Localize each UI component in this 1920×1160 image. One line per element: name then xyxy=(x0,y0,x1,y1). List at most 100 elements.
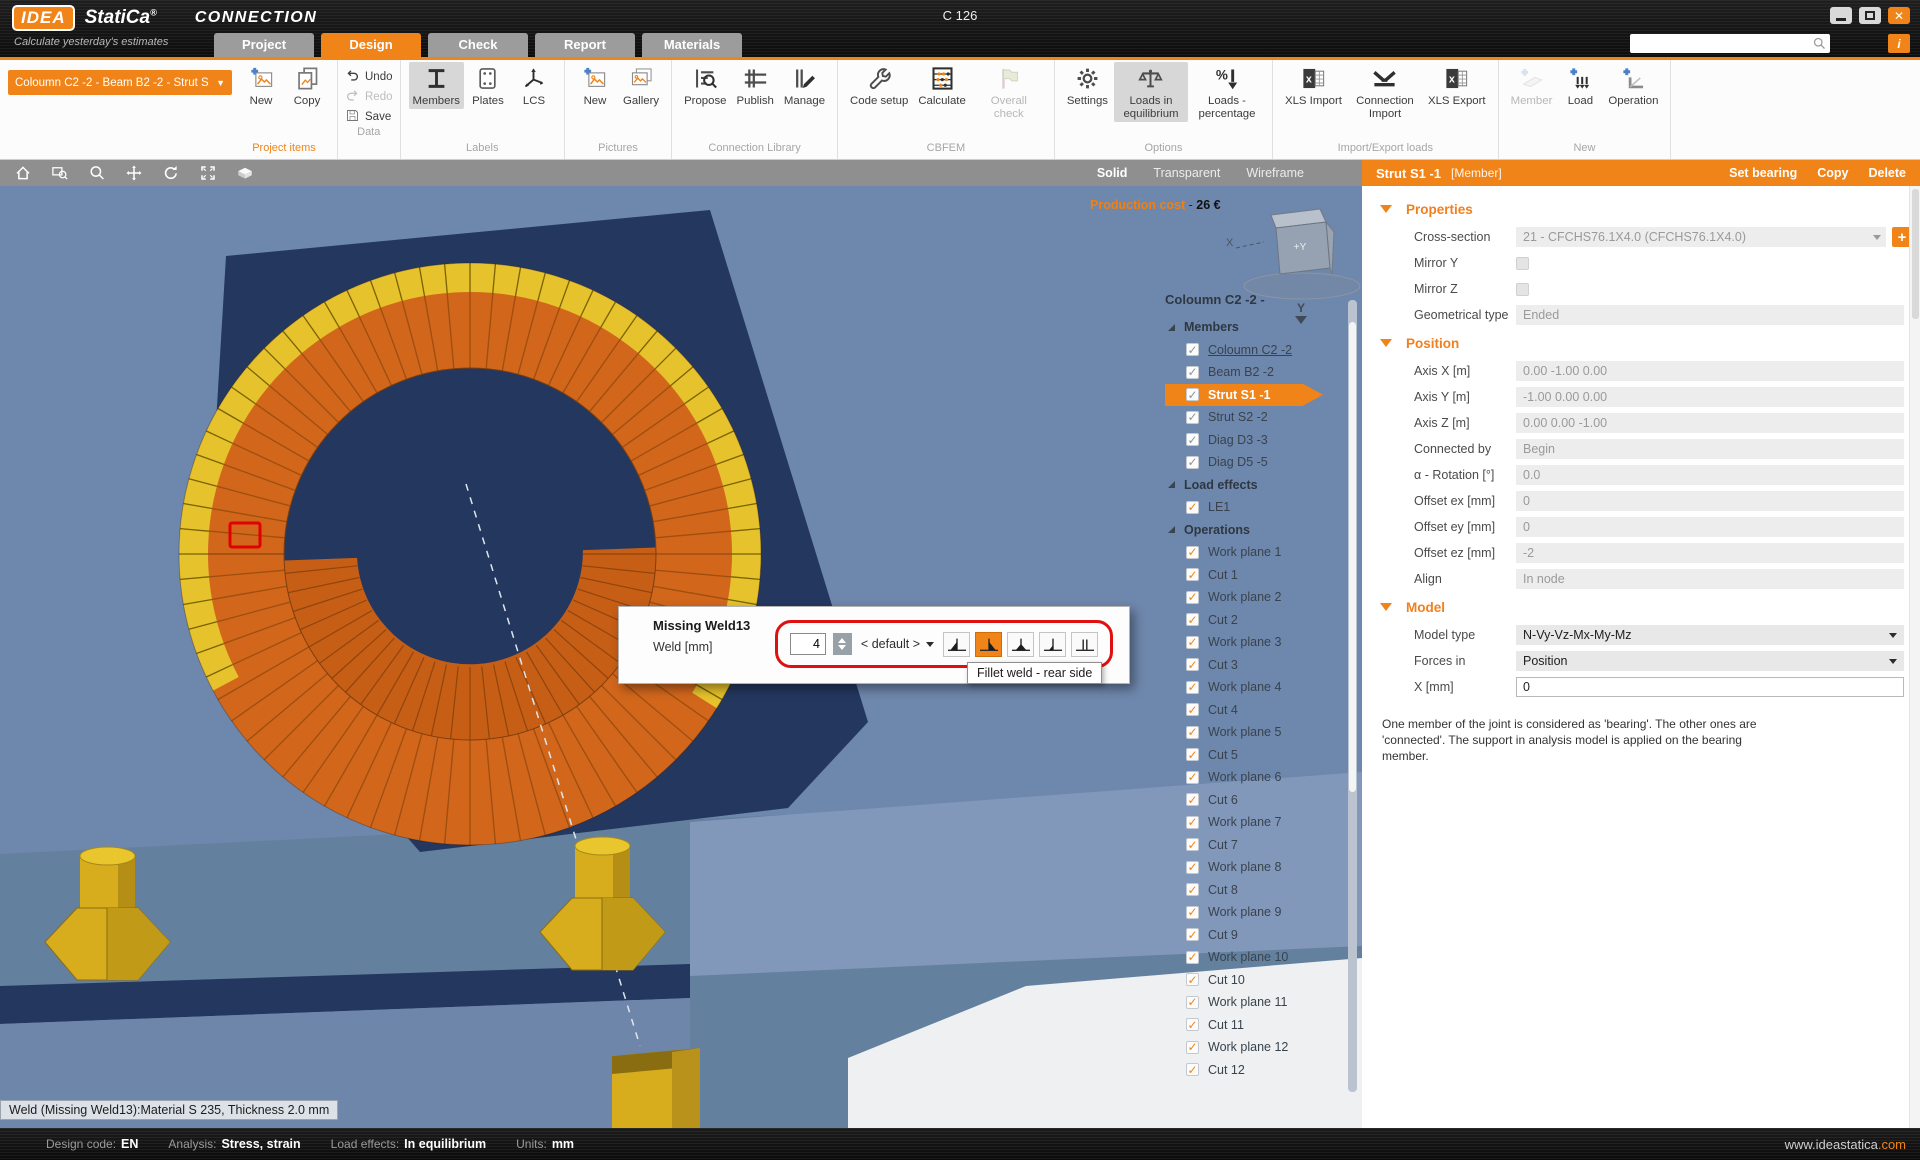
checkbox-checked-icon[interactable]: ✓ xyxy=(1186,456,1199,469)
tree-item-work-plane-11[interactable]: ✓Work plane 11 xyxy=(1165,991,1323,1014)
checkbox-checked-icon[interactable]: ✓ xyxy=(1186,501,1199,514)
checkbox-checked-icon[interactable]: ✓ xyxy=(1186,546,1199,559)
tree-section-operations[interactable]: Operations xyxy=(1165,519,1347,542)
tree-section-load-effects[interactable]: Load effects xyxy=(1165,474,1347,497)
ribbon-button-xls-import[interactable]: xXLS Import xyxy=(1281,62,1346,109)
checkbox-checked-icon[interactable]: ✓ xyxy=(1186,996,1199,1009)
checkbox-checked-icon[interactable]: ✓ xyxy=(1186,613,1199,626)
fillet-weld-front-button[interactable] xyxy=(943,632,970,657)
ribbon-button-copy[interactable]: Copy xyxy=(285,62,329,109)
checkbox-checked-icon[interactable]: ✓ xyxy=(1186,366,1199,379)
collapse-triangle-icon[interactable] xyxy=(1380,339,1392,347)
zoom-window-tool[interactable] xyxy=(51,164,69,182)
ribbon-button-gallery[interactable]: Gallery xyxy=(619,62,663,109)
property-checkbox[interactable] xyxy=(1516,257,1529,270)
tree-scrollbar[interactable] xyxy=(1348,300,1357,1092)
clipping-box-tool[interactable] xyxy=(236,164,254,182)
zoom-tool[interactable] xyxy=(88,164,106,182)
tree-item-cut-9[interactable]: ✓Cut 9 xyxy=(1165,924,1323,947)
tree-scrollbar-thumb[interactable] xyxy=(1349,322,1356,792)
ribbon-button-code-setup[interactable]: Code setup xyxy=(846,62,912,109)
tree-item-strut-s1-1[interactable]: ✓Strut S1 -1 xyxy=(1165,384,1323,407)
checkbox-checked-icon[interactable]: ✓ xyxy=(1186,1018,1199,1031)
render-mode-wireframe[interactable]: Wireframe xyxy=(1246,166,1304,180)
maximize-button[interactable] xyxy=(1859,7,1881,24)
stepper-up-icon[interactable] xyxy=(838,638,846,643)
tree-item-cut-5[interactable]: ✓Cut 5 xyxy=(1165,744,1323,767)
tree-section-members[interactable]: Members xyxy=(1165,316,1347,339)
ribbon-button-new[interactable]: New xyxy=(239,62,283,109)
ribbon-button-connection-import[interactable]: Connection Import xyxy=(1348,62,1422,122)
tree-item-work-plane-9[interactable]: ✓Work plane 9 xyxy=(1165,901,1323,924)
fillet-weld-both-button[interactable] xyxy=(1007,632,1034,657)
checkbox-checked-icon[interactable]: ✓ xyxy=(1186,883,1199,896)
checkbox-checked-icon[interactable]: ✓ xyxy=(1186,973,1199,986)
checkbox-checked-icon[interactable]: ✓ xyxy=(1186,748,1199,761)
set-bearing-button[interactable]: Set bearing xyxy=(1729,166,1797,180)
home-tool[interactable] xyxy=(14,164,32,182)
checkbox-checked-icon[interactable]: ✓ xyxy=(1186,951,1199,964)
anchor-block[interactable] xyxy=(612,1048,700,1128)
rotate-tool[interactable] xyxy=(162,164,180,182)
tree-item-work-plane-2[interactable]: ✓Work plane 2 xyxy=(1165,586,1323,609)
tree-item-work-plane-1[interactable]: ✓Work plane 1 xyxy=(1165,541,1323,564)
ribbon-button-propose[interactable]: Propose xyxy=(680,62,730,109)
checkbox-checked-icon[interactable]: ✓ xyxy=(1186,433,1199,446)
tree-item-cut-3[interactable]: ✓Cut 3 xyxy=(1165,654,1323,677)
tree-item-diag-d3-3[interactable]: ✓Diag D3 -3 xyxy=(1165,429,1323,452)
property-input[interactable]: 0 xyxy=(1516,677,1904,697)
property-select[interactable]: N-Vy-Vz-Mx-My-Mz xyxy=(1516,625,1904,645)
checkbox-checked-icon[interactable]: ✓ xyxy=(1186,793,1199,806)
ribbon-button-loads-in-equilibrium[interactable]: Loads in equilibrium xyxy=(1114,62,1188,122)
tree-item-work-plane-4[interactable]: ✓Work plane 4 xyxy=(1165,676,1323,699)
ribbon-button-operation[interactable]: Operation xyxy=(1604,62,1662,109)
search-input[interactable] xyxy=(1630,34,1830,53)
tree-item-cut-11[interactable]: ✓Cut 11 xyxy=(1165,1014,1323,1037)
checkbox-checked-icon[interactable]: ✓ xyxy=(1186,411,1199,424)
tab-project[interactable]: Project xyxy=(214,33,314,57)
tree-item-diag-d5-5[interactable]: ✓Diag D5 -5 xyxy=(1165,451,1323,474)
tree-item-work-plane-5[interactable]: ✓Work plane 5 xyxy=(1165,721,1323,744)
checkbox-checked-icon[interactable]: ✓ xyxy=(1186,343,1199,356)
ribbon-button-manage[interactable]: Manage xyxy=(780,62,829,109)
checkbox-checked-icon[interactable]: ✓ xyxy=(1186,928,1199,941)
tree-item-work-plane-8[interactable]: ✓Work plane 8 xyxy=(1165,856,1323,879)
ribbon-button-new[interactable]: New xyxy=(573,62,617,109)
checkbox-checked-icon[interactable]: ✓ xyxy=(1186,1041,1199,1054)
tab-report[interactable]: Report xyxy=(535,33,635,57)
tree-item-cut-6[interactable]: ✓Cut 6 xyxy=(1165,789,1323,812)
checkbox-checked-icon[interactable]: ✓ xyxy=(1186,636,1199,649)
stepper-down-icon[interactable] xyxy=(838,645,846,650)
checkbox-checked-icon[interactable]: ✓ xyxy=(1186,726,1199,739)
ribbon-button-load[interactable]: Load xyxy=(1558,62,1602,109)
ribbon-button-plates[interactable]: Plates xyxy=(466,62,510,109)
website-link[interactable]: www.ideastatica.com xyxy=(1785,1137,1920,1152)
property-checkbox[interactable] xyxy=(1516,283,1529,296)
checkbox-checked-icon[interactable]: ✓ xyxy=(1186,703,1199,716)
checkbox-checked-icon[interactable]: ✓ xyxy=(1186,838,1199,851)
checkbox-checked-icon[interactable]: ✓ xyxy=(1186,568,1199,581)
render-mode-solid[interactable]: Solid xyxy=(1097,166,1128,180)
ribbon-button-lcs[interactable]: LCS xyxy=(512,62,556,109)
collapse-triangle-icon[interactable] xyxy=(1380,603,1392,611)
tab-check[interactable]: Check xyxy=(428,33,528,57)
property-select[interactable]: Position xyxy=(1516,651,1904,671)
tree-item-beam-b2-2[interactable]: ✓Beam B2 -2 xyxy=(1165,361,1323,384)
fillet-weld-rear-button[interactable] xyxy=(975,632,1002,657)
tree-root-title[interactable]: Coloumn C2 -2 - xyxy=(1165,292,1347,316)
checkbox-checked-icon[interactable]: ✓ xyxy=(1186,816,1199,829)
tree-item-cut-12[interactable]: ✓Cut 12 xyxy=(1165,1059,1323,1082)
property-combo[interactable]: 21 - CFCHS76.1X4.0 (CFCHS76.1X4.0) xyxy=(1516,227,1886,247)
pan-tool[interactable] xyxy=(125,164,143,182)
weld-size-input[interactable] xyxy=(790,633,826,655)
fit-tool[interactable] xyxy=(199,164,217,182)
checkbox-checked-icon[interactable]: ✓ xyxy=(1186,388,1199,401)
checkbox-checked-icon[interactable]: ✓ xyxy=(1186,658,1199,671)
tree-item-work-plane-3[interactable]: ✓Work plane 3 xyxy=(1165,631,1323,654)
collapse-triangle-icon[interactable] xyxy=(1380,205,1392,213)
ribbon-button-calculate[interactable]: Calculate xyxy=(914,62,970,109)
render-mode-transparent[interactable]: Transparent xyxy=(1153,166,1220,180)
close-button[interactable]: ✕ xyxy=(1888,7,1910,24)
tree-item-work-plane-12[interactable]: ✓Work plane 12 xyxy=(1165,1036,1323,1059)
checkbox-checked-icon[interactable]: ✓ xyxy=(1186,681,1199,694)
